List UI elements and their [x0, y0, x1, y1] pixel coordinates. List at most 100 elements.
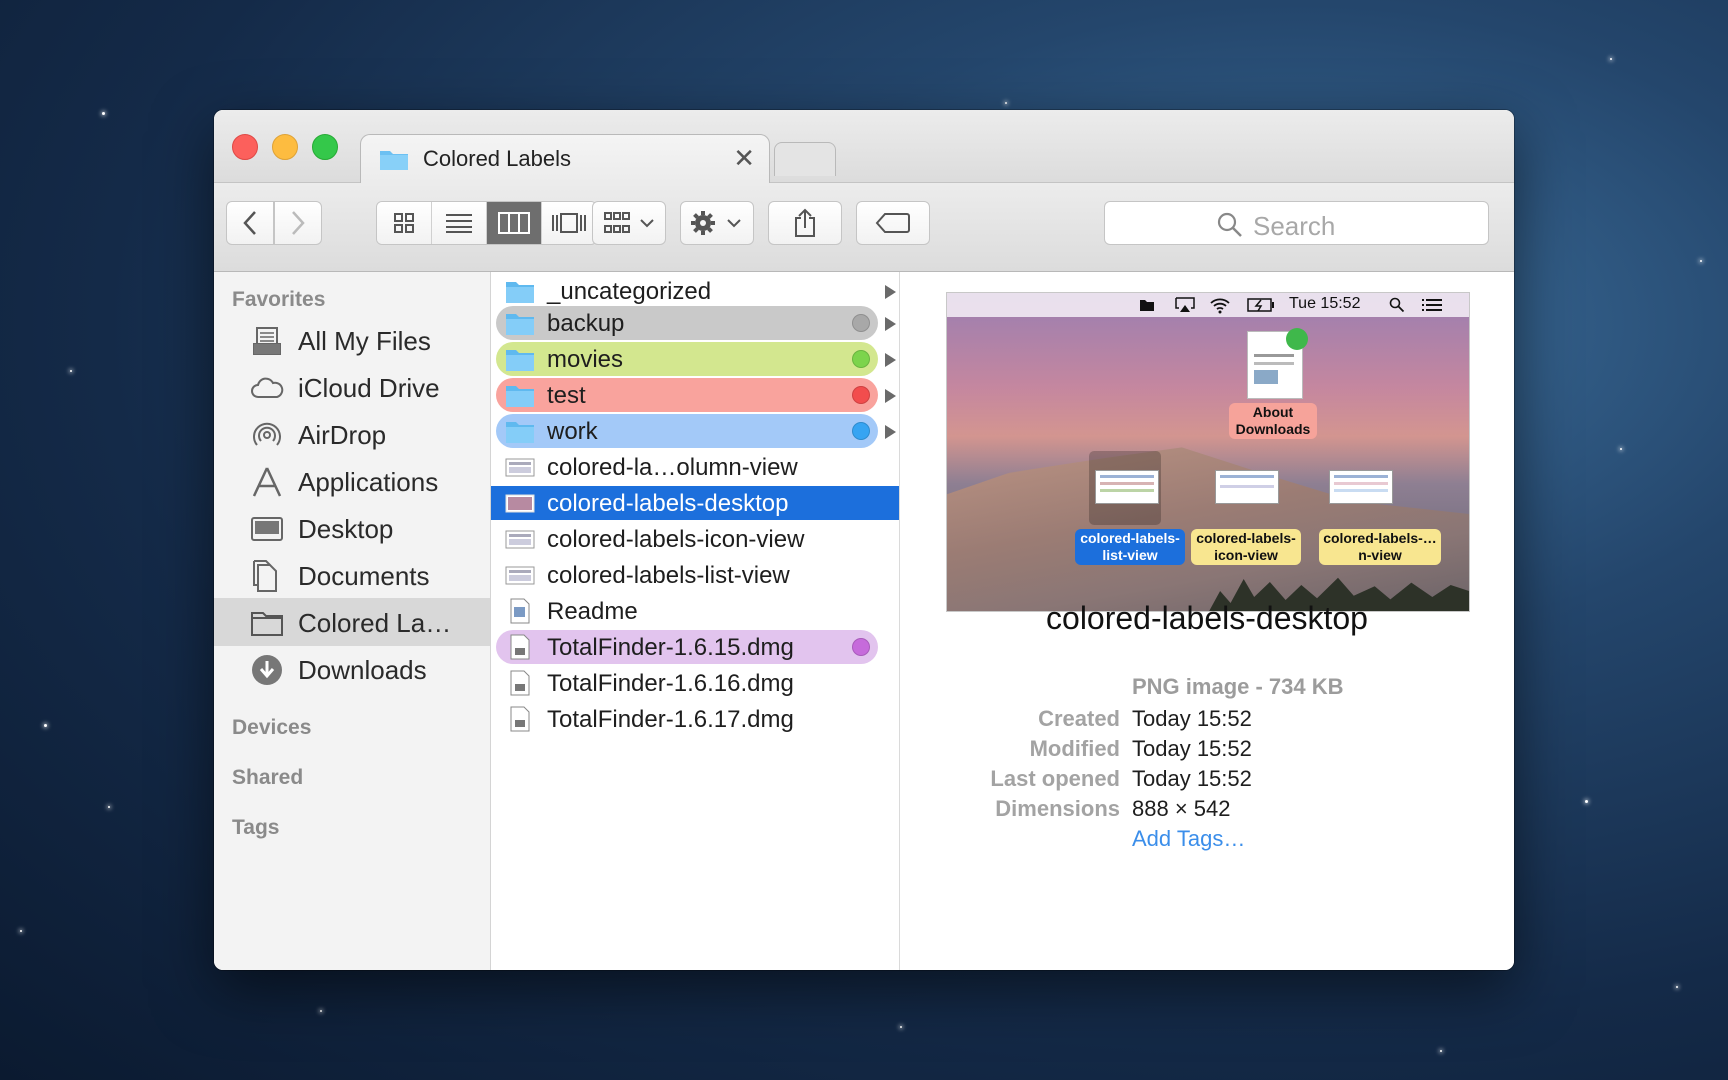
image-file-icon [505, 458, 535, 477]
file-name: movies [547, 346, 624, 373]
edit-tags-button[interactable] [856, 201, 930, 245]
preview-file-name: colored-labels-desktop [1046, 600, 1368, 636]
disclosure-arrow-icon [885, 389, 896, 403]
desktop-label-icon-view: colored-labels-icon-view [1191, 529, 1301, 565]
sidebar-item-downloads[interactable]: Downloads [214, 645, 490, 693]
disclosure-arrow-icon [885, 353, 896, 367]
cover-flow-icon [552, 213, 586, 233]
list-view-button[interactable] [432, 202, 487, 244]
list-item[interactable]: work [491, 414, 899, 450]
list-item[interactable]: TotalFinder-1.6.16.dmg [491, 666, 899, 702]
close-window-button[interactable] [232, 134, 258, 160]
meta-key: Created [1038, 706, 1120, 731]
image-file-icon [505, 566, 535, 585]
tab-colored-labels[interactable]: Colored Labels ✕ [360, 134, 770, 183]
file-name: TotalFinder-1.6.16.dmg [547, 670, 794, 697]
file-column: _uncategorized backup movies test work c… [491, 272, 900, 970]
desktop-thumb-list-view [1095, 470, 1159, 504]
sidebar-item-label: iCloud Drive [298, 373, 440, 403]
wifi-icon [1210, 298, 1230, 314]
file-name: colored-labels-icon-view [547, 526, 805, 553]
disclosure-arrow-icon [885, 285, 896, 299]
sidebar-item-all-my-files[interactable]: All My Files [214, 316, 490, 364]
minimize-window-button[interactable] [272, 134, 298, 160]
tab-title: Colored Labels [423, 146, 571, 171]
new-tab-button[interactable] [774, 142, 836, 176]
cloud-icon [251, 377, 284, 398]
arrange-button[interactable] [592, 201, 666, 245]
list-item[interactable]: colored-labels-list-view [491, 558, 899, 594]
gear-icon [691, 211, 741, 235]
downloads-icon [252, 655, 282, 685]
list-item[interactable]: backup [491, 306, 899, 342]
image-file-icon [505, 494, 535, 513]
preview-thumbnail[interactable]: Tue 15:52 About Downloads colored-labels… [946, 292, 1470, 612]
action-button[interactable] [680, 201, 754, 245]
sidebar-item-colored-labels[interactable]: Colored La… [214, 598, 490, 646]
devices-heading[interactable]: Devices [232, 716, 311, 740]
share-button[interactable] [768, 201, 842, 245]
forward-button[interactable] [274, 201, 322, 245]
sidebar-item-desktop[interactable]: Desktop [214, 504, 490, 552]
arrange-icon [604, 212, 654, 233]
icon-view-icon [394, 213, 414, 233]
list-item[interactable]: movies [491, 342, 899, 378]
desktop-thumb-column-view [1329, 470, 1393, 504]
file-name: colored-la…olumn-view [547, 454, 798, 481]
battery-icon [1247, 298, 1274, 312]
search-placeholder: Search [1253, 211, 1336, 241]
desktop-label-list-view: colored-labels-list-view [1075, 529, 1185, 565]
list-item[interactable]: colored-labels-icon-view [491, 522, 899, 558]
file-name: backup [547, 310, 625, 337]
chevron-left-icon [243, 211, 256, 235]
file-name: test [547, 382, 586, 409]
airdrop-icon [253, 422, 281, 446]
disclosure-arrow-icon [885, 317, 896, 331]
folder-icon [506, 350, 534, 371]
image-file-icon [505, 530, 535, 549]
icon-view-button[interactable] [377, 202, 432, 244]
tags-heading[interactable]: Tags [232, 816, 279, 840]
close-tab-icon[interactable]: ✕ [733, 143, 755, 174]
preview-landscape [947, 447, 1469, 611]
desktop-label-column-view: colored-labels-…n-view [1319, 529, 1441, 565]
list-item[interactable]: Readme [491, 594, 899, 630]
list-item[interactable]: test [491, 378, 899, 414]
sidebar-item-applications[interactable]: Applications [214, 457, 490, 505]
meta-value: Today 15:52 [1132, 766, 1252, 791]
preview-file-kind: PNG image - 734 KB [1132, 674, 1344, 699]
tag-dot [852, 314, 870, 332]
documents-icon [253, 560, 277, 592]
sidebar-item-airdrop[interactable]: AirDrop [214, 410, 490, 458]
cover-flow-button[interactable] [542, 202, 596, 244]
favorites-heading[interactable]: Favorites [232, 288, 325, 312]
tag-dot [852, 638, 870, 656]
list-item[interactable]: _uncategorized [491, 274, 899, 310]
file-name: Readme [547, 598, 638, 625]
chevron-right-icon [292, 211, 305, 235]
file-name: colored-labels-list-view [547, 562, 790, 589]
zoom-window-button[interactable] [312, 134, 338, 160]
sidebar-item-documents[interactable]: Documents [214, 551, 490, 599]
file-name: _uncategorized [547, 278, 712, 305]
back-button[interactable] [226, 201, 274, 245]
list-item[interactable]: colored-la…olumn-view [491, 450, 899, 486]
search-field[interactable]: Search [1104, 201, 1489, 245]
preview-pane: Tue 15:52 About Downloads colored-labels… [900, 272, 1514, 970]
document-icon [510, 598, 530, 624]
add-tags-link[interactable]: Add Tags… [1132, 826, 1245, 852]
list-item-selected[interactable]: colored-labels-desktop [491, 486, 899, 520]
column-view-icon [498, 212, 530, 234]
column-view-button[interactable] [487, 202, 542, 244]
meta-key: Dimensions [995, 796, 1120, 821]
preview-menubar: Tue 15:52 [947, 293, 1469, 317]
meta-key: Modified [1029, 736, 1120, 761]
list-item[interactable]: TotalFinder-1.6.15.dmg [491, 630, 899, 666]
file-name: TotalFinder-1.6.15.dmg [547, 634, 794, 661]
shared-heading[interactable]: Shared [232, 766, 303, 790]
sidebar-item-icloud-drive[interactable]: iCloud Drive [214, 363, 490, 411]
list-item[interactable]: TotalFinder-1.6.17.dmg [491, 702, 899, 738]
file-name: work [547, 418, 598, 445]
view-mode-control [376, 201, 597, 245]
folder-icon [506, 386, 534, 407]
